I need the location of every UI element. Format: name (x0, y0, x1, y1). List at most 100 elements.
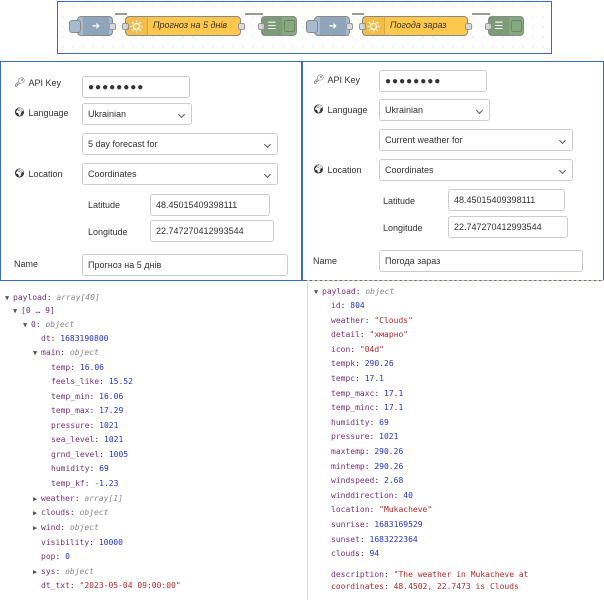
language-select[interactable]: Ukrainian (379, 99, 490, 121)
inject-trigger-button[interactable] (69, 20, 81, 33)
api-key-input[interactable]: ●●●●●●●● (379, 70, 487, 92)
debug-payload-field-row: id: 804 (331, 301, 365, 310)
debug-payload-field-row: tempk: 290.26 (331, 359, 394, 369)
debug-main-row: sea_level: 1021 (51, 435, 124, 444)
list-icon: ☰ (489, 17, 509, 35)
arrow-right-icon: ➜ (83, 17, 109, 35)
debug-main-row: humidity: 69 (51, 464, 109, 473)
debug-payload-field-row: maxtemp: 290.26 (331, 447, 404, 456)
debug-main-row: feels_like: 15.52 (51, 377, 133, 386)
debug-main-row: temp_kf: -1.23 (51, 479, 119, 488)
weather-node-forecast[interactable]: Прогноз на 5 днів (122, 16, 245, 36)
latitude-label: Latitude (383, 196, 416, 206)
caret-right-icon[interactable]: ▶ (33, 567, 41, 577)
debug-sys-row[interactable]: ▶ sys: object (33, 567, 94, 577)
caret-down-icon[interactable]: ▼ (23, 320, 31, 330)
debug-payload-field-row: detail: "хмарно" (331, 330, 409, 340)
debug-output-forecast: ▼ payload: array[40] ▼ [0 … 9] ▼ 0: object … (0, 283, 302, 600)
wire[interactable] (245, 13, 263, 15)
debug-node-1[interactable]: ☰ (258, 16, 297, 36)
globe-icon: 🌍︎ (14, 107, 26, 117)
debug-dt-row: dt: 1683190800 (41, 334, 109, 343)
debug-main-row: temp: 16.06 (51, 363, 104, 372)
debug-main-row: temp_min: 16.06 (51, 392, 124, 401)
debug-payload-field-row: sunset: 1683222364 (331, 534, 418, 544)
name-label: Name (14, 259, 39, 269)
globe-icon: 🌍︎ (14, 168, 26, 178)
output-port[interactable] (465, 23, 472, 30)
location-select[interactable]: Coordinates (82, 163, 278, 185)
location-label: 🌍︎ Location (313, 164, 362, 175)
language-label: 🌍︎ Language (313, 104, 368, 115)
longitude-label: Longitude (383, 223, 423, 233)
latitude-input[interactable]: 48.45015409398111 (150, 194, 270, 216)
output-port[interactable] (109, 23, 116, 30)
debug-range-row[interactable]: ▼ [0 … 9] (13, 306, 55, 316)
caret-right-icon[interactable]: ▶ (33, 508, 41, 518)
debug-payload-row[interactable]: ▼ payload: array[40] (5, 293, 100, 303)
debug-payload-field-row: humidity: 69 (331, 417, 389, 427)
api-key-label: 🔑︎ API Key (313, 74, 360, 85)
inject-trigger-button[interactable] (306, 20, 318, 33)
output-port[interactable] (346, 23, 353, 30)
weather-node-current[interactable]: Погода зараз (359, 16, 472, 36)
debug-toggle-button[interactable] (284, 20, 295, 32)
debug-payload-field-row: location: "Mukacheve" (331, 505, 433, 515)
debug-payload-row[interactable]: ▼ payload: object (314, 287, 394, 297)
api-key-input[interactable]: ●●●●●●●● (82, 76, 190, 98)
debug-payload-field-row: windspeed: 2.68 (331, 476, 404, 486)
debug-output-current: ▼ payload: object id: 804 weather: "Clouds… (307, 283, 604, 600)
caret-down-icon[interactable]: ▼ (13, 306, 21, 316)
debug-main-row: pressure: 1021 (51, 421, 119, 430)
sun-icon (363, 17, 385, 35)
debug-node-2[interactable]: ☰ (485, 16, 524, 36)
debug-payload-field-row: winddirection: 40 (331, 490, 413, 500)
debug-toggle-button[interactable] (511, 20, 522, 32)
arrow-right-icon: ➜ (320, 17, 346, 35)
debug-main-row[interactable]: ▼ main: object (33, 348, 99, 358)
latitude-label: Latitude (88, 200, 121, 210)
debug-item-row[interactable]: ▼ 0: object (23, 320, 74, 330)
debug-clouds-row[interactable]: ▶ clouds: object (33, 508, 108, 518)
mode-select[interactable]: 5 day forecast for (82, 133, 278, 155)
key-icon: 🔑︎ (313, 74, 325, 84)
latitude-input[interactable]: 48.45015409398111 (448, 189, 565, 211)
debug-payload-field-row: mintemp: 290.26 (331, 461, 404, 471)
inject-node-2[interactable]: ➜ (306, 16, 353, 36)
debug-description-row: coordinates: 48.4502, 22.7473 is Clouds (331, 582, 519, 591)
key-icon: 🔑︎ (14, 77, 26, 87)
longitude-input[interactable]: 22.747270412993544 (150, 220, 274, 242)
debug-wind-row[interactable]: ▶ wind: object (33, 523, 99, 533)
list-icon: ☰ (262, 17, 282, 35)
location-label: 🌍︎ Location (14, 168, 63, 179)
debug-payload-field-row: weather: "Clouds" (331, 315, 413, 325)
output-port[interactable] (238, 23, 245, 30)
location-select[interactable]: Coordinates (379, 159, 573, 181)
mode-select[interactable]: Current weather for (379, 129, 573, 151)
debug-weather-row[interactable]: ▶ weather: array[1] (33, 494, 123, 504)
globe-icon: 🌍︎ (313, 164, 325, 174)
longitude-label: Longitude (88, 227, 128, 237)
language-select[interactable]: Ukrainian (82, 103, 192, 125)
caret-down-icon[interactable]: ▼ (33, 348, 41, 358)
globe-icon: 🌍︎ (313, 104, 325, 114)
inject-node-1[interactable]: ➜ (69, 16, 116, 36)
wire[interactable] (115, 13, 127, 15)
name-input[interactable]: Прогноз на 5 днів (82, 254, 288, 276)
flow-canvas[interactable]: ➜ Прогноз на 5 днів ☰ ➜ Погода зараз ☰ (57, 1, 552, 54)
edit-panel-forecast: 🔑︎ API Key ●●●●●●●● 🌍︎ Language Ukrainian … (0, 61, 302, 281)
caret-down-icon[interactable]: ▼ (314, 287, 322, 297)
wire[interactable] (472, 13, 490, 15)
wire[interactable] (352, 13, 364, 15)
debug-payload-field-row: tempc: 17.1 (331, 374, 384, 383)
node-label: Прогноз на 5 днів (153, 20, 228, 30)
caret-right-icon[interactable]: ▶ (33, 523, 41, 533)
debug-visibility-row: visibility: 10000 (41, 538, 123, 547)
caret-right-icon[interactable]: ▶ (33, 494, 41, 504)
name-input[interactable]: Погода зараз (379, 250, 583, 272)
caret-down-icon[interactable]: ▼ (5, 293, 13, 303)
debug-main-row: grnd_level: 1005 (51, 450, 129, 459)
debug-payload-field-row: pressure: 1021 (331, 432, 399, 442)
longitude-input[interactable]: 22.747270412993544 (448, 216, 568, 238)
edit-panel-current: 🔑︎ API Key ●●●●●●●● 🌍︎ Language Ukrainian … (302, 61, 604, 281)
